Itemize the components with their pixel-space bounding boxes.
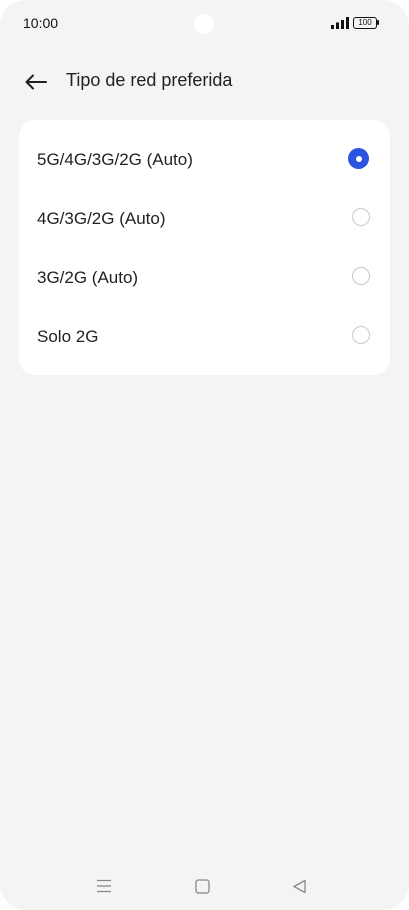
radio-unselected[interactable] xyxy=(352,208,370,226)
arrow-left-icon xyxy=(25,74,47,90)
option-label: 5G/4G/3G/2G (Auto) xyxy=(37,150,193,169)
radio-selected[interactable] xyxy=(348,148,369,169)
option-label: 4G/3G/2G (Auto) xyxy=(37,209,166,228)
option-4g-3g-2g-auto[interactable]: 4G/3G/2G (Auto) xyxy=(19,189,390,248)
signal-icon xyxy=(331,17,349,29)
back-nav-button[interactable] xyxy=(284,874,314,898)
menu-button[interactable] xyxy=(89,874,119,898)
option-5g-4g-3g-2g-auto[interactable]: 5G/4G/3G/2G (Auto) xyxy=(19,130,390,189)
navigation-bar xyxy=(0,860,409,910)
phone-screen: 10:00 100 Tipo de red preferida 5G/4G/3G… xyxy=(0,0,409,910)
status-time: 10:00 xyxy=(23,15,59,31)
page-title: Tipo de red preferida xyxy=(66,70,233,90)
battery-level: 100 xyxy=(353,17,377,29)
header: Tipo de red preferida xyxy=(0,58,409,104)
battery-icon: 100 xyxy=(353,17,379,29)
option-label: 3G/2G (Auto) xyxy=(37,268,139,287)
back-button[interactable] xyxy=(18,64,54,100)
network-type-list: 5G/4G/3G/2G (Auto) 4G/3G/2G (Auto) 3G/2G… xyxy=(19,120,390,375)
home-icon xyxy=(194,878,210,894)
option-solo-2g[interactable]: Solo 2G xyxy=(19,307,390,366)
menu-icon xyxy=(97,879,111,893)
radio-unselected[interactable] xyxy=(352,267,370,285)
status-bar: 10:00 100 xyxy=(0,0,409,46)
radio-unselected[interactable] xyxy=(352,326,370,344)
option-label: Solo 2G xyxy=(37,327,99,346)
option-3g-2g-auto[interactable]: 3G/2G (Auto) xyxy=(19,248,390,307)
back-triangle-icon xyxy=(292,879,306,893)
home-button[interactable] xyxy=(187,874,217,898)
camera-cutout xyxy=(194,14,214,34)
